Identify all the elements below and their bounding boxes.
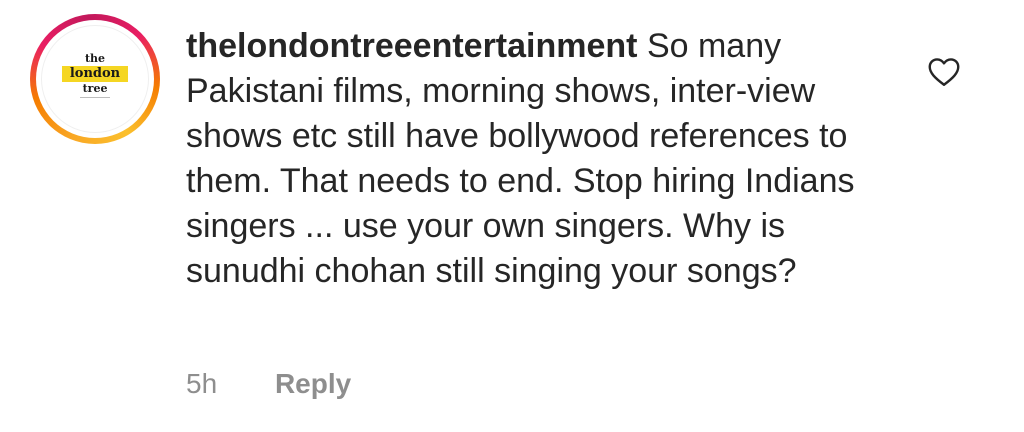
logo-underline (80, 97, 110, 98)
avatar[interactable]: the london tree (41, 25, 149, 133)
avatar-story-ring[interactable]: the london tree (30, 14, 160, 144)
comment-meta: 5h Reply (186, 364, 351, 404)
logo-text-tree: tree (82, 82, 108, 95)
comment-body: thelondontreeentertainment So many Pakis… (186, 24, 876, 294)
avatar-logo: the london tree (41, 53, 149, 98)
reply-button[interactable]: Reply (275, 364, 351, 404)
comment-username[interactable]: thelondontreeentertainment (186, 27, 637, 65)
heart-outline-icon-svg (928, 58, 960, 86)
comment-text: So many Pakistani films, morning shows, … (186, 27, 855, 290)
comment-timestamp: 5h (186, 368, 218, 399)
heart-outline-icon[interactable] (926, 54, 962, 90)
comment: the london tree thelondontreeentertainme… (0, 0, 1024, 432)
logo-text-the: the (84, 52, 106, 65)
logo-text-london: london (61, 66, 129, 82)
